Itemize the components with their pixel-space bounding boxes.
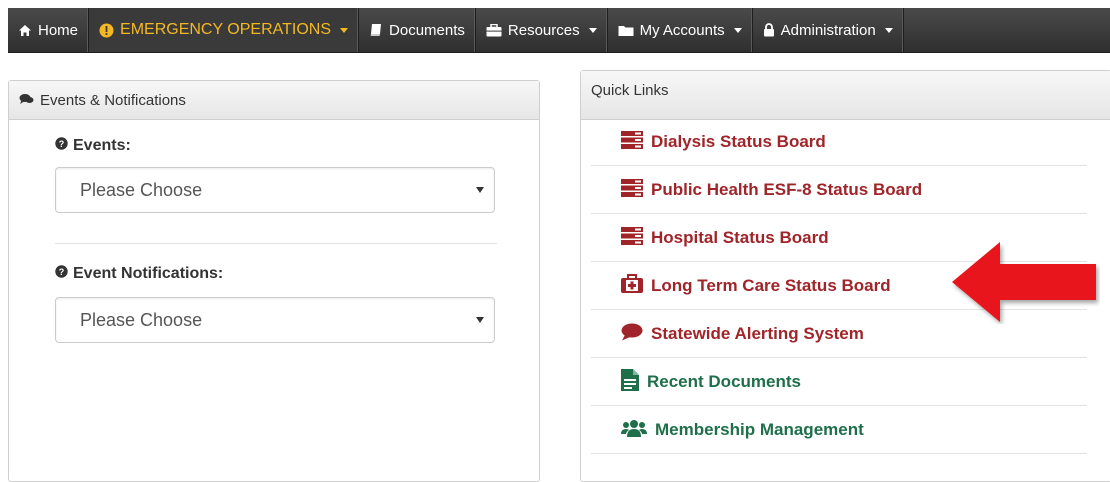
chevron-down-icon: [476, 317, 484, 323]
comment-icon: [621, 323, 643, 346]
svg-text:?: ?: [59, 267, 65, 277]
nav-my-accounts-label: My Accounts: [639, 21, 725, 39]
quick-link-recent-documents[interactable]: Recent Documents: [591, 359, 1087, 406]
comments-icon: [19, 92, 34, 109]
nav-resources[interactable]: Resources: [476, 8, 608, 52]
top-navbar: Home EMERGENCY OPERATIONS Documents Reso…: [0, 0, 1110, 53]
nav-home-label: Home: [38, 21, 79, 39]
nav-administration[interactable]: Administration: [753, 8, 904, 52]
quick-link-label: Hospital Status Board: [651, 228, 829, 247]
quick-links-heading: Quick Links: [581, 71, 1110, 120]
lock-icon: [763, 23, 775, 37]
file-text-icon: [621, 368, 639, 396]
quick-link-label: Statewide Alerting System: [651, 324, 864, 343]
home-icon: [18, 24, 32, 37]
events-panel-title: Events & Notifications: [40, 91, 186, 109]
events-panel-heading: Events & Notifications: [9, 81, 539, 120]
medkit-icon: [621, 274, 643, 298]
question-circle-icon: ?: [55, 265, 68, 283]
server-icon: [621, 178, 643, 202]
events-label-text: Events:: [73, 137, 131, 154]
events-label: ? Events:: [55, 137, 131, 155]
chevron-down-icon: [588, 27, 597, 33]
server-icon: [621, 226, 643, 250]
nav-home[interactable]: Home: [8, 8, 90, 52]
nav-emergency-operations-label: EMERGENCY OPERATIONS: [120, 21, 332, 38]
quick-link-label: Recent Documents: [647, 372, 801, 391]
events-select-value: Please Choose: [80, 179, 203, 200]
quick-link-public-health-esf8-status-board[interactable]: Public Health ESF-8 Status Board: [591, 167, 1087, 214]
nav-administration-label: Administration: [780, 21, 876, 39]
divider: [55, 243, 497, 244]
chevron-down-icon: [884, 27, 893, 33]
alert-circle-icon: [99, 23, 114, 38]
folder-icon: [618, 24, 634, 37]
quick-link-membership-management[interactable]: Membership Management: [591, 407, 1087, 454]
question-circle-icon: ?: [55, 137, 68, 155]
event-notifications-select-value: Please Choose: [80, 309, 203, 330]
annotation-arrow-icon: [952, 242, 1096, 322]
nav-emergency-operations[interactable]: EMERGENCY OPERATIONS: [89, 8, 360, 52]
event-notifications-select[interactable]: Please Choose: [55, 297, 495, 343]
navbar-menu: Home EMERGENCY OPERATIONS Documents Reso…: [8, 8, 1110, 53]
quick-link-dialysis-status-board[interactable]: Dialysis Status Board: [591, 119, 1087, 166]
users-icon: [621, 419, 647, 442]
event-notifications-label-text: Event Notifications:: [73, 265, 224, 282]
chevron-down-icon: [476, 187, 484, 193]
svg-text:?: ?: [59, 139, 65, 149]
nav-my-accounts[interactable]: My Accounts: [608, 8, 753, 52]
quick-links-title: Quick Links: [591, 81, 669, 99]
events-select[interactable]: Please Choose: [55, 167, 495, 213]
nav-documents[interactable]: Documents: [359, 8, 476, 52]
chevron-down-icon: [733, 27, 742, 33]
server-icon: [621, 130, 643, 154]
quick-link-label: Long Term Care Status Board: [651, 276, 891, 295]
events-notifications-panel: Events & Notifications ? Events: Please …: [8, 80, 540, 482]
quick-link-label: Dialysis Status Board: [651, 132, 826, 151]
quick-link-label: Membership Management: [655, 420, 864, 439]
nav-resources-label: Resources: [507, 21, 580, 39]
chevron-down-icon: [340, 27, 349, 33]
briefcase-icon: [486, 23, 502, 37]
quick-link-label: Public Health ESF-8 Status Board: [651, 180, 923, 199]
book-icon: [369, 23, 383, 37]
nav-documents-label: Documents: [389, 21, 465, 39]
event-notifications-label: ? Event Notifications:: [55, 265, 223, 283]
